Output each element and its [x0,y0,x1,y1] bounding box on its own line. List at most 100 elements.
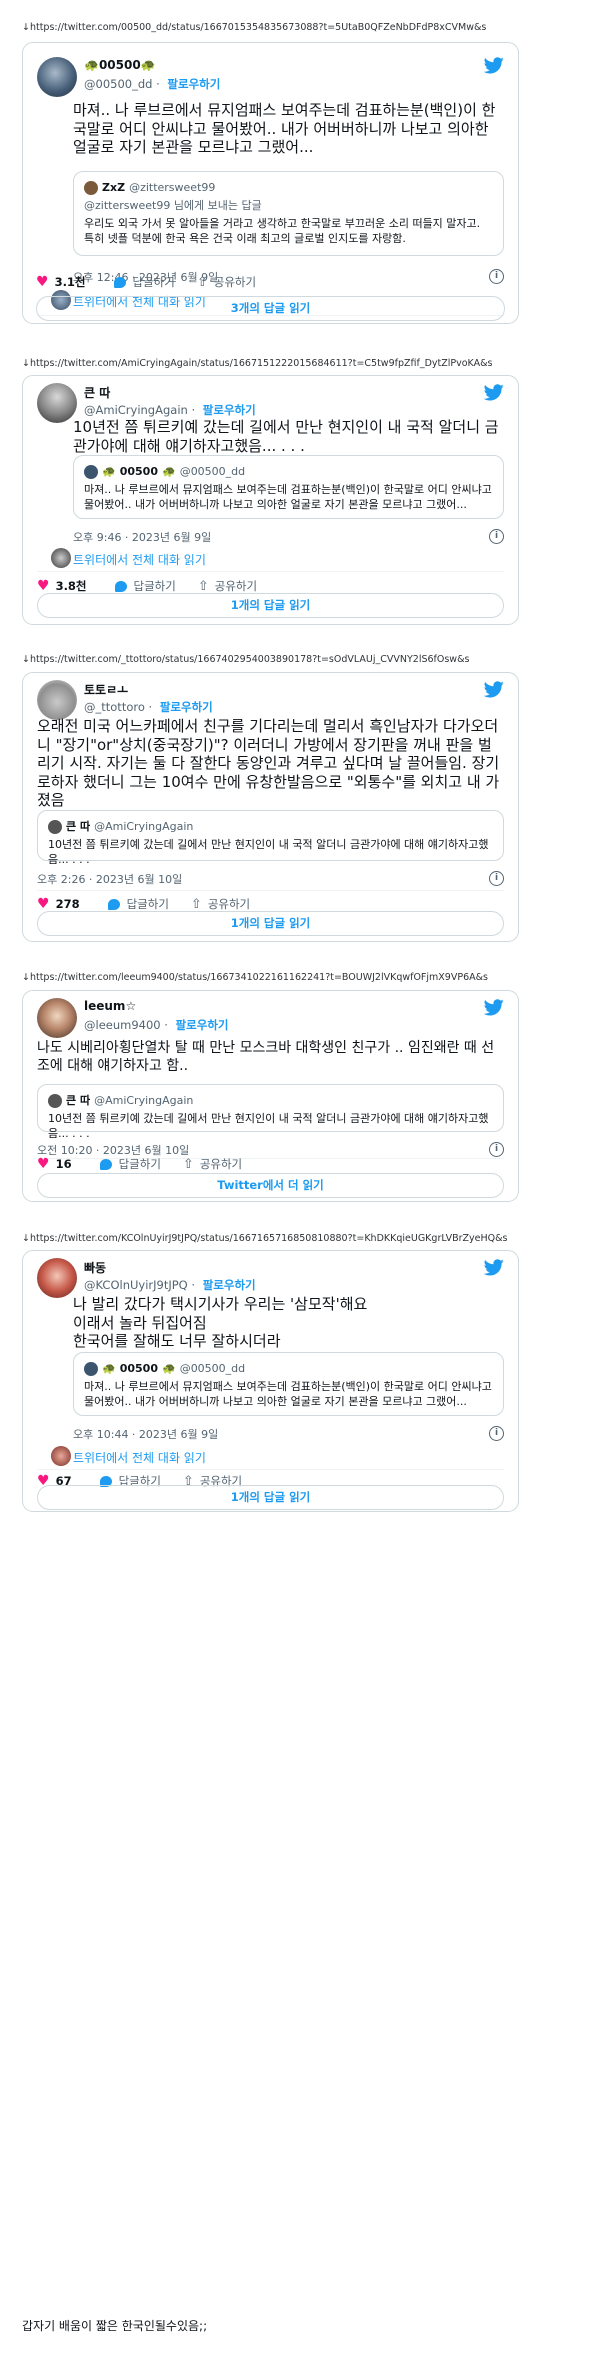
share-icon[interactable]: ⇧ [183,1157,194,1172]
quoted-text: 10년전 쯤 튀르키예 갔는데 길에서 만난 현지인이 내 국적 알더니 금관가… [48,1112,489,1140]
tweet-text: 나 발리 갔다가 택시기사가 우리는 '삼모작'해요 이래서 놀라 뒤집어짐 한… [73,1295,368,1350]
reply-button[interactable]: 답글하기 [134,578,176,594]
read-thread-link[interactable]: 트위터에서 전체 대화 읽기 [51,1446,206,1466]
avatar [51,548,71,568]
twitter-bird-icon[interactable] [484,681,504,698]
reply-button[interactable]: 답글하기 [119,1156,161,1172]
avatar [84,1361,98,1376]
tweet-3-url[interactable]: ↓https://twitter.com/_ttottoro/status/16… [22,654,469,665]
tweet-1-url[interactable]: ↓https://twitter.com/00500_dd/status/166… [22,22,486,33]
heart-icon[interactable]: ♥ [36,274,49,290]
author-name[interactable]: 토토ㄹㅗ [84,681,128,698]
reply-context: @zittersweet99 님에게 보내는 답글 [84,199,262,212]
tweet-text: 나도 시베리아횡단열차 탈 때 만난 모스크바 대학생인 친구가 .. 임진왜란… [37,1040,495,1074]
author-handle[interactable]: @KCOlnUyirJ9tJPQ · 팔로우하기 [84,1277,256,1293]
timestamp[interactable]: 오후 2:26 · 2023년 6월 10일 [37,871,182,887]
follow-button[interactable]: 팔로우하기 [203,403,256,417]
tweet-4-url[interactable]: ↓https://twitter.com/leeum9400/status/16… [22,972,488,983]
reply-icon[interactable] [99,1158,112,1170]
share-button[interactable]: 공유하기 [200,1156,242,1172]
author-name[interactable]: leeum☆ [84,999,136,1013]
author-name[interactable]: 큰 따 [84,384,110,401]
author-name[interactable]: 🐢00500🐢 [84,58,156,72]
twitter-bird-icon[interactable] [484,1259,504,1276]
share-button[interactable]: 공유하기 [215,578,257,594]
read-replies-button[interactable]: 3개의 답글 읽기 [36,296,505,321]
quoted-text: 우리도 외국 가서 못 알아들을 거라고 생각하고 한국말로 부끄러운 소리 떠… [84,217,481,245]
tweet-5-url[interactable]: ↓https://twitter.com/KCOlnUyirJ9tJPQ/sta… [22,1233,507,1244]
quoted-tweet[interactable]: ZxZ @zittersweet99 @zittersweet99 님에게 보내는… [73,171,504,256]
tweet-text: 10년전 쯤 튀르키예 갔는데 길에서 만난 현지인이 내 국적 알더니 금관가… [73,418,499,455]
tweet-card-2: 큰 따 @AmiCryingAgain · 팔로우하기 10년전 쯤 튀르키예 … [22,375,519,625]
info-icon[interactable]: i [489,529,504,544]
divider [37,890,504,891]
avatar [51,1446,71,1466]
reply-icon[interactable] [107,898,120,910]
divider [37,571,504,572]
author-name[interactable]: 빠동 [84,1259,106,1276]
heart-icon[interactable]: ♥ [37,578,50,594]
like-count[interactable]: 278 [56,897,80,911]
author-handle[interactable]: @AmiCryingAgain · 팔로우하기 [84,402,256,418]
heart-icon[interactable]: ♥ [37,1156,50,1172]
heart-icon[interactable]: ♥ [37,896,50,912]
reply-icon[interactable] [113,276,126,288]
avatar [48,1093,62,1108]
tweet-text: 오래전 미국 어느카페에서 친구를 기다리는데 멀리서 흑인남자가 다가오더니 … [37,717,500,809]
follow-button[interactable]: 팔로우하기 [176,1018,229,1032]
tweet-card-4: leeum☆ @leeum9400 · 팔로우하기 나도 시베리아횡단열차 탈 … [22,990,519,1202]
action-bar: ♥ 3.1천 답글하기 ⇧ 공유하기 [36,274,256,290]
avatar[interactable] [37,998,77,1038]
action-bar: ♥ 278 답글하기 ⇧ 공유하기 [37,896,250,912]
timestamp[interactable]: 오후 10:44 · 2023년 6월 9일 [73,1426,218,1442]
avatar [84,180,98,195]
reply-icon[interactable] [114,580,127,592]
timestamp[interactable]: 오후 9:46 · 2023년 6월 9일 [73,529,211,545]
avatar[interactable] [37,680,77,720]
avatar [84,464,98,479]
tweet-card-5: 빠동 @KCOlnUyirJ9tJPQ · 팔로우하기 나 발리 갔다가 택시기… [22,1250,519,1512]
quoted-tweet[interactable]: 🐢 00500 🐢 @00500_dd 마져.. 나 루브르에서 뮤지엄패스 보여주는… [73,1352,504,1416]
read-replies-button[interactable]: 1개의 답글 읽기 [37,911,504,936]
read-replies-button[interactable]: 1개의 답글 읽기 [37,1485,504,1510]
like-count[interactable]: 3.1천 [55,274,86,290]
author-handle[interactable]: @_ttottoro · 팔로우하기 [84,699,213,715]
like-count[interactable]: 16 [56,1157,72,1171]
reply-button[interactable]: 답글하기 [127,896,169,912]
avatar[interactable] [37,1258,77,1298]
follow-button[interactable]: 팔로우하기 [167,77,220,91]
twitter-bird-icon[interactable] [484,999,504,1016]
action-bar: ♥ 3.8천 답글하기 ⇧ 공유하기 [37,578,257,594]
share-icon[interactable]: ⇧ [191,897,202,912]
info-icon[interactable]: i [489,1142,504,1157]
avatar [48,819,62,834]
tweet-text: 마져.. 나 루브르에서 뮤지엄패스 보여주는데 검표하는분(백인)이 한국말로… [73,101,496,156]
read-more-button[interactable]: Twitter에서 더 읽기 [37,1173,504,1198]
author-handle[interactable]: @leeum9400 · 팔로우하기 [84,1017,228,1033]
avatar[interactable] [37,57,77,97]
follow-button[interactable]: 팔로우하기 [203,1278,256,1292]
info-icon[interactable]: i [489,269,504,284]
quoted-text: 마져.. 나 루브르에서 뮤지엄패스 보여주는데 검표하는분(백인)이 한국말로… [84,1380,492,1408]
post-caption: 갑자기 배움이 짧은 한국인될수있음;; [22,2319,208,2333]
like-count[interactable]: 3.8천 [56,578,87,594]
tweet-2-url[interactable]: ↓https://twitter.com/AmiCryingAgain/stat… [22,358,492,369]
read-thread-link[interactable]: 트위터에서 전체 대화 읽기 [51,548,206,568]
share-button[interactable]: 공유하기 [208,896,250,912]
share-icon[interactable]: ⇧ [197,275,208,290]
quoted-tweet[interactable]: 큰 따 @AmiCryingAgain 10년전 쯤 튀르키예 갔는데 길에서 만… [37,810,504,866]
twitter-bird-icon[interactable] [484,57,504,74]
quoted-tweet[interactable]: 큰 따 @AmiCryingAgain 10년전 쯤 튀르키예 갔는데 길에서 만… [37,1084,504,1140]
twitter-bird-icon[interactable] [484,384,504,401]
quoted-tweet[interactable]: 🐢 00500 🐢 @00500_dd 마져.. 나 루브르에서 뮤지엄패스 보여주는… [73,455,504,519]
info-icon[interactable]: i [489,1426,504,1441]
action-bar: ♥ 16 답글하기 ⇧ 공유하기 [37,1156,242,1172]
info-icon[interactable]: i [489,871,504,886]
share-icon[interactable]: ⇧ [198,579,209,594]
follow-button[interactable]: 팔로우하기 [160,700,213,714]
author-handle[interactable]: @00500_dd · 팔로우하기 [84,76,220,92]
reply-button[interactable]: 답글하기 [133,274,175,290]
read-replies-button[interactable]: 1개의 답글 읽기 [37,593,504,618]
avatar[interactable] [37,383,77,423]
share-button[interactable]: 공유하기 [214,274,256,290]
